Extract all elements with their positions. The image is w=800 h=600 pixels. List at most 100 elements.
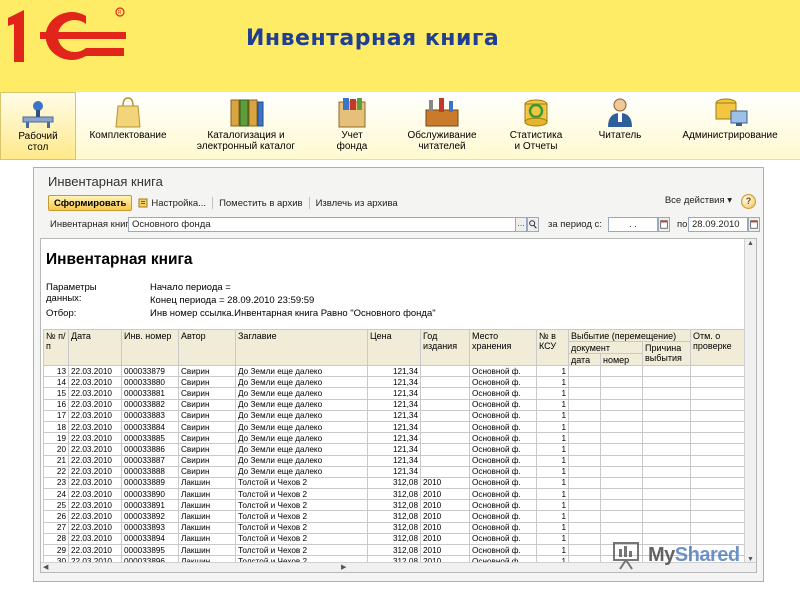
table-row[interactable]: 20 22.03.2010 000033886 Свирин До Земли еще … — [43, 443, 748, 456]
vertical-scrollbar[interactable]: ▲ ▼ — [744, 239, 756, 572]
table-row[interactable]: 22 22.03.2010 000033888 Свирин До Земли еще … — [43, 465, 748, 478]
table-cell: 28 — [43, 532, 69, 546]
table-cell: 1 — [536, 532, 569, 546]
table-row[interactable]: 23 22.03.2010 000033889 Лакшин Толстой и Чех… — [43, 476, 748, 490]
table-cell: Свирин — [178, 465, 236, 478]
table-cell: Толстой и Чехов 2 — [235, 488, 368, 501]
table-row[interactable]: 25 22.03.2010 000033891 Лакшин Толстой и Чех… — [43, 499, 748, 512]
table-cell: 000033894 — [121, 532, 179, 546]
report-parameters: Инвентарная книга: Основного фонда … за … — [48, 216, 760, 234]
table-cell: 121,34 — [367, 364, 421, 378]
table-cell — [690, 387, 748, 400]
table-row[interactable]: 19 22.03.2010 000033885 Свирин До Земли еще … — [43, 432, 748, 445]
table-cell: 22.03.2010 — [68, 420, 122, 434]
table-cell: Основной ф. — [469, 499, 537, 512]
table-cell — [690, 521, 748, 534]
table-cell — [600, 443, 643, 456]
table-cell: Толстой и Чехов 2 — [235, 510, 368, 523]
select-ellipsis-icon[interactable]: … — [515, 217, 527, 232]
table-cell — [420, 465, 470, 478]
table-row[interactable]: 27 22.03.2010 000033893 Лакшин Толстой и Чех… — [43, 521, 748, 534]
table-cell: 21 — [43, 454, 69, 467]
table-row[interactable]: 21 22.03.2010 000033887 Свирин До Земли еще … — [43, 454, 748, 467]
table-cell — [690, 499, 748, 512]
table-cell: До Земли еще далеко — [235, 465, 368, 478]
table-cell: 312,08 — [367, 510, 421, 523]
section-reader[interactable]: Читатель — [580, 92, 660, 160]
section-statistics[interactable]: Статистика и Отчеты — [492, 92, 580, 160]
all-actions-menu[interactable]: Все действия ▾ — [665, 195, 732, 206]
table-cell: 000033885 — [121, 432, 179, 445]
table-cell: До Земли еще далеко — [235, 432, 368, 445]
table-cell — [690, 476, 748, 490]
table-cell — [420, 420, 470, 434]
table-cell — [600, 398, 643, 411]
table-cell: Свирин — [178, 409, 236, 422]
table-cell: Основной ф. — [469, 398, 537, 411]
scroll-up-icon[interactable]: ▲ — [747, 240, 754, 247]
scroll-right-icon[interactable]: ▶ — [341, 563, 346, 571]
table-cell: 312,08 — [367, 521, 421, 534]
table-row[interactable]: 16 22.03.2010 000033882 Свирин До Земли еще … — [43, 398, 748, 411]
section-desktop[interactable]: Рабочий стол — [0, 92, 76, 160]
table-cell: Толстой и Чехов 2 — [235, 499, 368, 512]
table-row[interactable]: 26 22.03.2010 000033892 Лакшин Толстой и Чех… — [43, 510, 748, 523]
table-cell: Толстой и Чехов 2 — [235, 476, 368, 490]
table-cell: 22.03.2010 — [68, 364, 122, 378]
table-cell: 1 — [536, 521, 569, 534]
table-cell: Основной ф. — [469, 510, 537, 523]
archive-get-button[interactable]: Извлечь из архива — [310, 195, 404, 211]
table-row[interactable]: 15 22.03.2010 000033881 Свирин До Земли еще … — [43, 387, 748, 400]
section-acquisition[interactable]: Комплектование — [76, 92, 180, 160]
archive-put-button[interactable]: Поместить в архив — [213, 195, 309, 211]
table-cell: 22.03.2010 — [68, 543, 122, 557]
table-cell — [642, 488, 691, 501]
table-cell: Основной ф. — [469, 432, 537, 445]
table-cell: Свирин — [178, 432, 236, 445]
section-cataloging[interactable]: Каталогизация и электронный каталог — [180, 92, 312, 160]
section-administration[interactable]: Администрирование — [660, 92, 800, 160]
table-cell: 1 — [536, 476, 569, 490]
1c-logo: R — [8, 7, 126, 62]
table-cell: Свирин — [178, 443, 236, 456]
table-cell — [420, 364, 470, 378]
table-cell: 121,34 — [367, 420, 421, 434]
calendar-icon[interactable] — [658, 217, 670, 232]
table-cell: 121,34 — [367, 376, 421, 389]
table-cell: 1 — [536, 499, 569, 512]
period-to-field[interactable]: 28.09.2010 — [688, 217, 748, 232]
table-row[interactable]: 24 22.03.2010 000033890 Лакшин Толстой и Чех… — [43, 488, 748, 501]
table-row[interactable]: 13 22.03.2010 000033879 Свирин До Земли еще … — [43, 364, 748, 378]
report-document[interactable]: Инвентарная книга Параметры данных: Нача… — [40, 238, 757, 573]
search-icon[interactable] — [527, 217, 539, 232]
help-icon[interactable]: ? — [741, 194, 756, 209]
table-cell: Свирин — [178, 387, 236, 400]
table-cell: Лакшин — [178, 521, 236, 534]
table-row[interactable]: 17 22.03.2010 000033883 Свирин До Земли еще … — [43, 409, 748, 422]
table-row[interactable]: 18 22.03.2010 000033884 Свирин До Земли еще … — [43, 420, 748, 434]
table-cell: 000033880 — [121, 376, 179, 389]
scroll-left-icon[interactable]: ◀ — [43, 563, 48, 571]
table-cell — [690, 488, 748, 501]
table-cell — [568, 420, 601, 434]
database-refresh-icon — [524, 99, 548, 127]
table-cell: 25 — [43, 499, 69, 512]
period-from-field[interactable]: . . — [608, 217, 658, 232]
section-reader-service[interactable]: Обслуживание читателей — [392, 92, 492, 160]
section-fund-accounting[interactable]: Учет фонда — [312, 92, 392, 160]
col-inv: Инв. номер — [121, 329, 179, 366]
table-cell: Основной ф. — [469, 420, 537, 434]
generate-button[interactable]: Сформировать — [48, 195, 133, 211]
settings-button[interactable]: Настройка... — [132, 195, 212, 211]
table-row[interactable]: 14 22.03.2010 000033880 Свирин До Земли еще … — [43, 376, 748, 389]
inventory-book-field[interactable]: Основного фонда — [128, 217, 516, 232]
table-cell — [568, 387, 601, 400]
table-cell: 1 — [536, 364, 569, 378]
table-cell: 18 — [43, 420, 69, 434]
table-cell: Лакшин — [178, 532, 236, 546]
col-check: Отм. о проверке — [690, 329, 748, 366]
slide-header: R Инвентарная книга — [0, 0, 800, 92]
table-cell — [600, 420, 643, 434]
table-cell: 121,34 — [367, 443, 421, 456]
calendar-icon[interactable] — [748, 217, 760, 232]
